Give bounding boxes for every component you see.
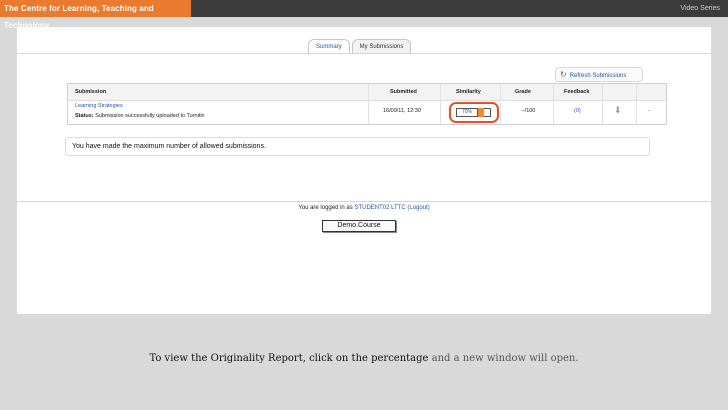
caption-strong: To view the Originality Report, click on… — [149, 353, 429, 364]
header-similarity: Similarity — [456, 89, 481, 95]
status-text: Submission successfully uploaded to Turn… — [95, 113, 205, 119]
col-divider — [368, 84, 369, 124]
col-divider — [500, 84, 501, 124]
footer-divider — [17, 201, 711, 202]
submission-table: Submission Submitted Similarity Grade Fe… — [67, 83, 667, 125]
refresh-submissions-button[interactable]: ↻ Refresh Submissions — [555, 67, 643, 82]
brand-label: The Centre for Learning, Teaching and Te… — [0, 0, 191, 30]
caption-light: and a new window will open. — [431, 353, 579, 364]
status-label: Status: — [75, 113, 94, 119]
user-link[interactable]: STUDENT02 LTTC — [354, 205, 405, 211]
logout-link[interactable]: (Logout) — [407, 205, 429, 211]
similarity-percentage-link[interactable]: 70% — [456, 108, 491, 117]
login-info: You are logged in as STUDENT02 LTTC (Log… — [17, 205, 711, 211]
header-grade: Grade — [515, 89, 531, 95]
header-submission: Submission — [75, 89, 107, 95]
demo-course-button[interactable]: Demo.Course — [322, 220, 396, 232]
refresh-label: Refresh Submissions — [569, 73, 627, 79]
col-divider — [553, 84, 554, 124]
similarity-value: 70% — [462, 109, 473, 115]
download-arrow-icon[interactable]: ⬇ — [614, 105, 622, 116]
screenshot-panel: Summary My Submissions ↻ Refresh Submissi… — [17, 27, 711, 314]
submitted-date: 16/09/11, 12:30 — [383, 108, 421, 114]
tab-divider — [17, 53, 711, 54]
col-divider — [440, 84, 441, 124]
slide-caption: To view the Originality Report, click on… — [0, 353, 728, 364]
col-divider — [636, 84, 637, 124]
submission-status: Status: Submission successfully uploaded… — [75, 113, 205, 119]
header-feedback: Feedback — [564, 89, 590, 95]
row-end-value: - — [648, 108, 650, 114]
top-bar: The Centre for Learning, Teaching and Te… — [0, 0, 728, 30]
similarity-color-swatch — [477, 108, 484, 117]
grade-value: --/100 — [521, 108, 536, 114]
feedback-link[interactable]: (0) — [574, 108, 581, 114]
submission-title-link[interactable]: Learning Strategies — [75, 103, 123, 109]
header-submitted: Submitted — [390, 89, 417, 95]
refresh-icon: ↻ — [560, 70, 567, 79]
series-label: Video Series — [680, 5, 720, 12]
tab-my-submissions[interactable]: My Submissions — [351, 39, 412, 54]
tab-summary[interactable]: Summary — [308, 39, 350, 54]
table-header: Submission Submitted Similarity Grade Fe… — [68, 84, 666, 101]
max-submissions-notice: You have made the maximum number of allo… — [65, 137, 650, 156]
login-prefix: You are logged in as — [298, 205, 353, 211]
col-divider — [602, 84, 603, 124]
